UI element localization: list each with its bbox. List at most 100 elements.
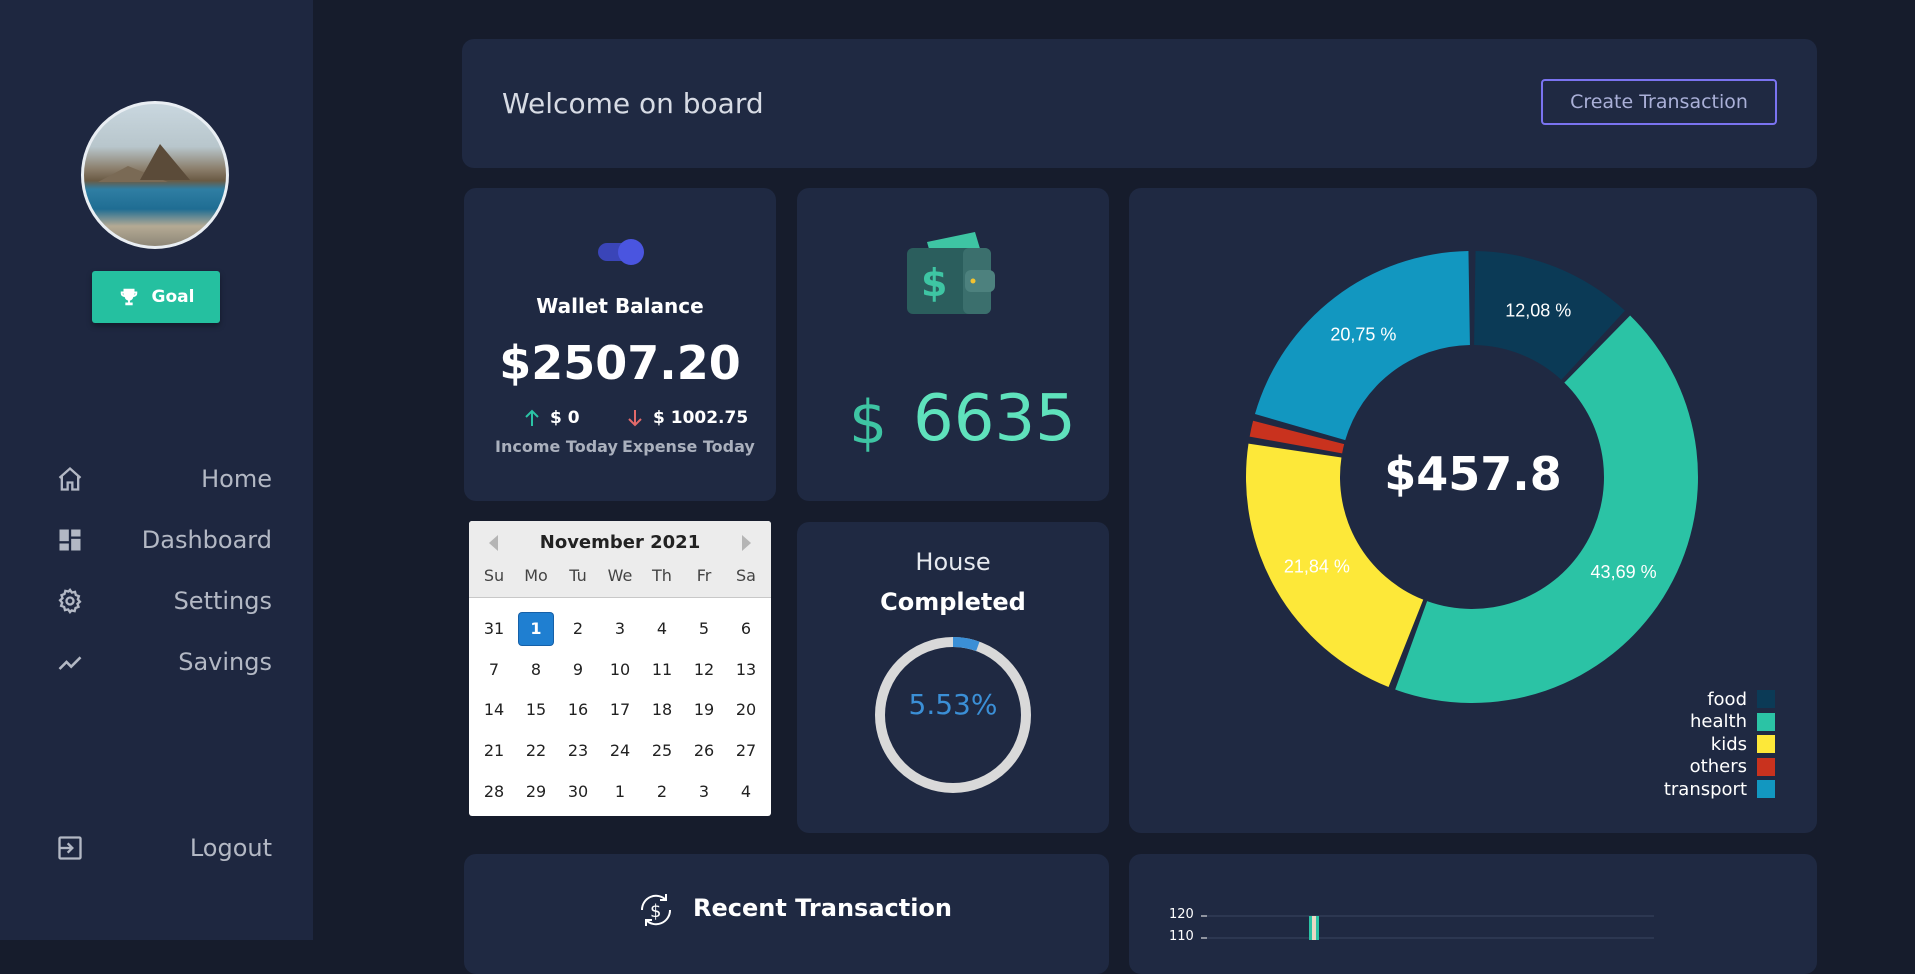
calendar-day[interactable]: 3 [599,609,641,650]
legend-item-others: others [1664,756,1775,779]
calendar-day-number: 21 [483,741,505,761]
goal-progress-percent: 5.53% [908,688,998,721]
calendar-day-number: 29 [525,781,547,801]
logout-button[interactable]: Logout [56,828,272,868]
goal-status: Completed [880,588,1026,616]
logout-icon [58,836,82,860]
y-tick-label-120: 120 [1169,907,1194,922]
calendar-day[interactable]: 10 [599,650,641,691]
calendar-day[interactable]: 4 [725,771,767,812]
calendar-day[interactable]: 15 [515,690,557,731]
expenses-donut-card: 12,08 % 43,69 % 21,84 % 20,75 % $457.8 food… [1129,188,1817,833]
calendar-day[interactable]: 1 [599,771,641,812]
trending-up-icon [58,656,82,670]
wallet-balance-title: Wallet Balance [536,294,704,318]
calendar-day[interactable]: 12 [683,650,725,691]
donut-slice-label: 21,84 % [1284,556,1350,576]
nav-item-savings[interactable]: Savings [56,642,272,682]
legend-item-kids: kids [1664,733,1775,756]
calendar-day[interactable]: 6 [725,609,767,650]
calendar-day[interactable]: 25 [641,731,683,772]
nav-label-home: Home [201,465,272,493]
calendar-day-number: 22 [525,741,547,761]
expense-row: $ 1002.75 [627,408,748,428]
recent-transaction-card: $ Recent Transaction [464,854,1109,974]
profile-avatar[interactable] [81,101,229,249]
calendar-day[interactable]: 5 [683,609,725,650]
weekday-label: Sa [736,566,756,585]
create-transaction-button[interactable]: Create Transaction [1541,79,1777,125]
calendar-day[interactable]: 4 [641,609,683,650]
calendar-day[interactable]: 2 [641,771,683,812]
calendar-day[interactable]: 14 [473,690,515,731]
calendar-day[interactable]: 13 [725,650,767,691]
calendar-next-icon[interactable] [742,535,751,551]
gear-icon [58,588,82,614]
calendar-day[interactable]: 20 [725,690,767,731]
avatar-mountain-shape [140,144,190,180]
weekday-label: Tu [569,566,587,585]
calendar-day[interactable]: 17 [599,690,641,731]
calendar-day[interactable]: 23 [557,731,599,772]
calendar-day[interactable]: 27 [725,731,767,772]
calendar-day-number: 6 [740,619,752,639]
calendar-day-number: 3 [614,619,626,639]
expense-value: $ 1002.75 [653,408,749,428]
bar-chart [1201,915,1654,940]
calendar-day[interactable]: 11 [641,650,683,691]
donut-slice-health[interactable] [1395,315,1698,703]
calendar-day[interactable]: 30 [557,771,599,812]
calendar-day-number: 25 [651,741,673,761]
calendar-day[interactable]: 31 [473,609,515,650]
legend-item-transport: transport [1664,778,1775,801]
calendar-day[interactable]: 7 [473,650,515,691]
arrow-down-icon [628,410,642,427]
header-card: Welcome on board Create Transaction [462,39,1817,168]
legend-label-kids: kids [1710,733,1747,755]
calendar-day[interactable]: 26 [683,731,725,772]
calendar-day[interactable]: 3 [683,771,725,812]
calendar-day[interactable]: 24 [599,731,641,772]
donut-slice-label: 12,08 % [1505,301,1571,321]
balance-toggle[interactable] [598,239,644,265]
calendar-day-number: 14 [483,700,505,720]
calendar-day[interactable]: 21 [473,731,515,772]
nav-item-dashboard[interactable]: Dashboard [56,520,272,560]
calendar-day[interactable]: 16 [557,690,599,731]
dashboard-icon [59,529,81,551]
legend-item-food: food [1664,688,1775,711]
legend-swatch-others [1757,757,1775,776]
home-icon [58,466,82,491]
nav-item-home[interactable]: Home [56,459,272,499]
nav-label-dashboard: Dashboard [141,526,272,554]
toggle-knob [618,239,644,265]
calendar-day-number: 16 [567,700,589,720]
calendar-day[interactable]: 8 [515,650,557,691]
calendar-day-number: 4 [656,619,668,639]
income-label: Income Today [495,437,618,456]
goal-button[interactable]: Goal [92,271,220,323]
calendar-day-number: 17 [609,700,631,720]
calendar-day-number: 3 [698,781,710,801]
calendar-day-number: 23 [567,741,589,761]
calendar-day[interactable]: 18 [641,690,683,731]
income-row: $ 0 [524,408,580,428]
logout-label: Logout [189,834,272,862]
legend-item-health: health [1664,711,1775,734]
goal-title: House [915,548,991,576]
calendar-widget: November 2021 Su Mo Tu We Th Fr Sa 31 1 2 3 4 5 6 7 8 9… [469,521,771,816]
legend-label-health: health [1690,711,1747,733]
calendar-day-number: 4 [740,781,752,801]
calendar-day-number: 18 [651,700,673,720]
calendar-day[interactable]: 19 [683,690,725,731]
calendar-day-number: 20 [735,700,757,720]
calendar-day[interactable]: 22 [515,731,557,772]
calendar-day-selected[interactable]: 1 [515,609,557,650]
calendar-day[interactable]: 9 [557,650,599,691]
donut-slice-transport[interactable] [1254,251,1470,441]
nav-item-settings[interactable]: Settings [56,581,272,621]
calendar-day[interactable]: 29 [515,771,557,812]
calendar-day[interactable]: 28 [473,771,515,812]
calendar-day[interactable]: 2 [557,609,599,650]
wallet-icon: $ [907,232,995,314]
